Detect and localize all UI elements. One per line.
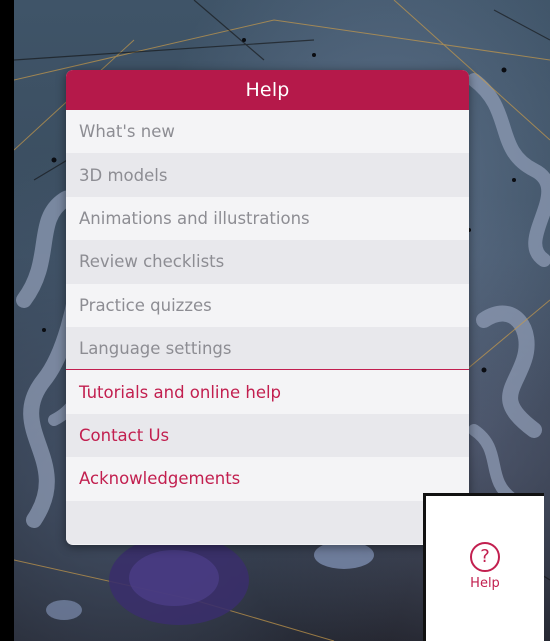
menu-empty-row [66,500,469,544]
menu-item-language-settings[interactable]: Language settings [66,326,469,371]
menu-item-contact-us[interactable]: Contact Us [66,413,469,458]
help-menu-popover: Help What's new 3D models Animations and… [66,70,469,545]
app-frame: Help What's new 3D models Animations and… [0,0,550,641]
menu-item-review-checklists[interactable]: Review checklists [66,240,469,284]
help-tab-button[interactable]: ? Help [423,493,544,641]
menu-item-whats-new[interactable]: What's new [66,110,469,154]
menu-item-acknowledgements[interactable]: Acknowledgements [66,457,469,501]
menu-item-3d-models[interactable]: 3D models [66,153,469,197]
menu-item-tutorials-online-help[interactable]: Tutorials and online help [66,370,469,414]
menu-item-practice-quizzes[interactable]: Practice quizzes [66,283,469,327]
help-tab-label: Help [470,576,500,591]
help-menu-title: Help [66,70,469,110]
question-circle-icon: ? [470,542,500,572]
help-menu-list: What's new 3D models Animations and illu… [66,110,469,501]
menu-item-animations-illustrations[interactable]: Animations and illustrations [66,196,469,241]
